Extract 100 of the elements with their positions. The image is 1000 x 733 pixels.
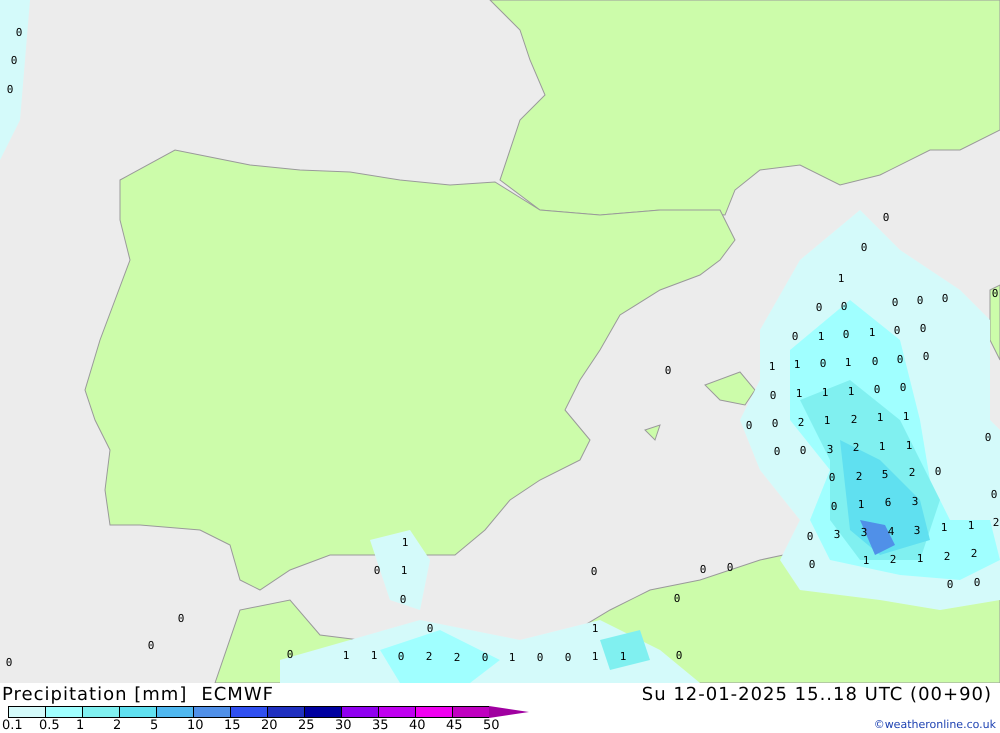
precipitation-value: 1: [592, 622, 598, 636]
precipitation-value: 2: [852, 441, 860, 454]
precipitation-value: 2: [890, 553, 896, 566]
credit-link[interactable]: ©weatheronline.co.uk: [874, 718, 996, 731]
precipitation-value: 0: [774, 445, 780, 458]
precipitation-value: 1: [940, 521, 948, 534]
precipitation-value: 0: [916, 294, 924, 308]
precipitation-value: 1: [400, 564, 408, 578]
precipitation-value: 2: [850, 413, 858, 426]
legend-label: 0.1: [2, 718, 24, 733]
precipitation-value: 0: [872, 355, 878, 368]
precipitation-value: 2: [426, 650, 432, 664]
precipitation-value: 0: [726, 561, 734, 574]
precipitation-value: 3: [834, 528, 840, 542]
precipitation-value: 0: [920, 322, 926, 336]
precipitation-value: 0: [984, 431, 992, 444]
model-name: ECMWF: [201, 684, 274, 705]
legend-label: 40: [409, 718, 427, 733]
precipitation-value: 0: [286, 648, 294, 662]
precipitation-value: 1: [902, 410, 910, 424]
precipitation-value: 0: [990, 488, 998, 502]
precipitation-value: 1: [876, 411, 884, 424]
precipitation-value: 1: [838, 272, 844, 286]
precipitation-value: 0: [934, 465, 942, 478]
precipitation-value: 1: [508, 651, 516, 664]
precipitation-value: 1: [868, 326, 876, 340]
precipitation-value: 0: [400, 593, 406, 606]
precipitation-value: 3: [912, 495, 918, 508]
precipitation-value: 2: [992, 516, 1000, 530]
legend-label: 45: [446, 718, 464, 733]
legend-label: 0.5: [39, 718, 61, 733]
precipitation-value: 0: [874, 383, 880, 396]
precipitation-value: 1: [848, 385, 854, 398]
legend-label: 30: [335, 718, 353, 733]
precipitation-value: 0: [942, 292, 948, 306]
precipitation-area: [600, 630, 650, 670]
precipitation-value: 0: [842, 328, 850, 342]
legend-label: 1: [76, 718, 86, 733]
precipitation-value: 0: [946, 578, 954, 592]
precipitation-value: 0: [746, 419, 752, 432]
precipitation-value: 1: [844, 356, 852, 370]
precipitation-value: 0: [16, 26, 22, 40]
precipitation-value: 1: [906, 439, 912, 452]
precipitation-value: 4: [888, 525, 894, 538]
legend-label: 35: [372, 718, 390, 733]
precipitation-value: 0: [806, 530, 814, 544]
precipitation-value: 0: [816, 301, 822, 314]
precipitation-value: 2: [970, 547, 978, 560]
precipitation-value: 0: [398, 650, 404, 664]
precipitation-value: 5: [882, 468, 888, 482]
legend-label: 10: [187, 718, 205, 733]
precipitation-value: 2: [944, 550, 950, 564]
precipitation-value: 0: [770, 389, 776, 402]
precipitation-value: 1: [402, 536, 408, 550]
precipitation-value: 3: [914, 524, 920, 538]
precipitation-value: 0: [564, 651, 572, 664]
precipitation-value: 0: [808, 558, 816, 572]
island: [644, 424, 661, 441]
precipitation-value: 1: [878, 440, 886, 454]
precipitation-value: 1: [796, 387, 802, 400]
precipitation-value: 0: [828, 471, 836, 484]
precipitation-value: 2: [798, 416, 804, 430]
legend-label: 5: [150, 718, 160, 733]
precipitation-value: 0: [992, 287, 998, 300]
legend-label: 20: [261, 718, 279, 733]
precipitation-value: 0: [674, 592, 680, 606]
precipitation-value: 0: [374, 564, 380, 578]
precipitation-value: 0: [882, 211, 890, 224]
precipitation-value: 0: [148, 639, 154, 652]
precipitation-value: 0: [792, 330, 798, 344]
precipitation-value: 0: [892, 296, 898, 310]
precipitation-value: 1: [916, 552, 924, 566]
legend-label: 2: [113, 718, 122, 733]
precipitation-value: 0: [178, 612, 184, 626]
precipitation-value: 2: [908, 466, 916, 480]
precipitation-value: 1: [818, 330, 824, 344]
precipitation-value: 0: [840, 300, 848, 314]
precipitation-value: 1: [824, 414, 830, 428]
precipitation-value: 0: [6, 83, 14, 96]
legend-label: 15: [224, 718, 242, 733]
precipitation-value: 1: [592, 650, 598, 664]
precipitation-value: 6: [884, 496, 892, 510]
precipitation-value: 2: [454, 651, 460, 664]
precipitation-value: 1: [370, 649, 378, 662]
legend-label: 50: [483, 718, 501, 733]
precipitation-value: 0: [974, 576, 980, 590]
precipitation-value: 0: [482, 651, 488, 664]
precipitation-value: 0: [676, 649, 682, 662]
precipitation-value: 0: [860, 241, 868, 254]
precipitation-value: 1: [768, 360, 776, 374]
precipitation-value: 0: [10, 54, 18, 68]
island: [704, 371, 756, 406]
map-title: Precipitation [mm]: [2, 684, 188, 705]
precipitation-value: 1: [620, 650, 626, 664]
legend-label: 25: [298, 718, 316, 733]
precipitation-value: 1: [822, 386, 828, 400]
precipitation-value: 0: [820, 357, 826, 370]
precipitation-value: 0: [772, 417, 778, 430]
precipitation-value: 0: [700, 563, 706, 576]
precipitation-value: 0: [590, 565, 598, 578]
